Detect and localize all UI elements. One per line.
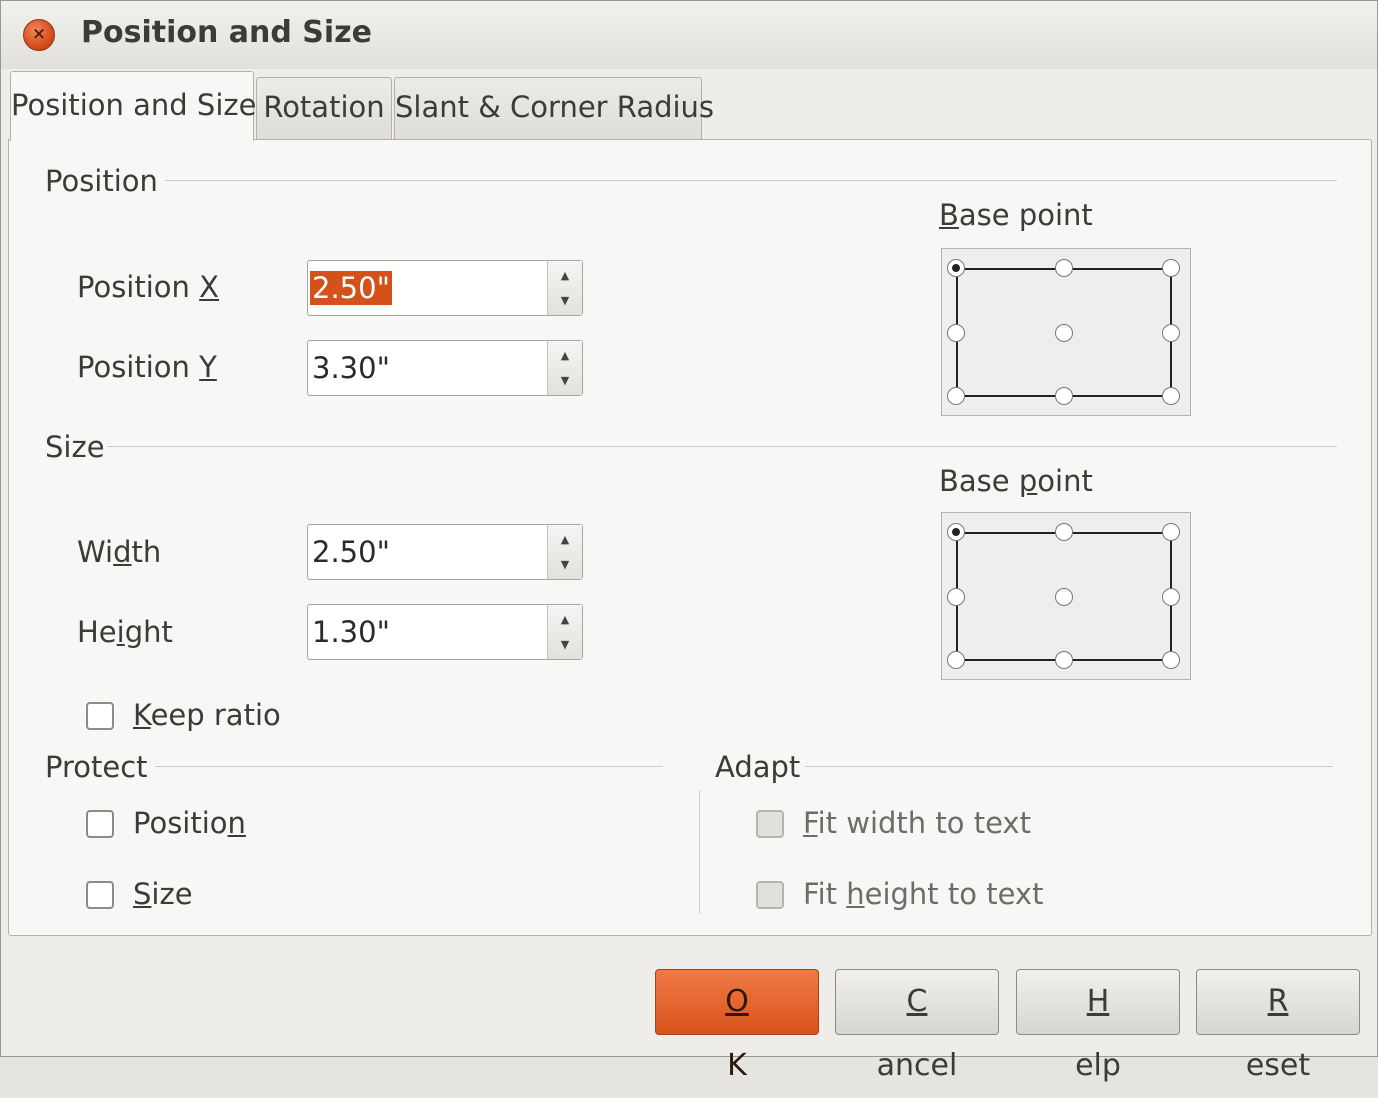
width-spinbox[interactable]: 2.50" ▲ ▼: [307, 524, 583, 580]
divider: [805, 766, 1333, 767]
base-point-center-radio[interactable]: [1055, 324, 1073, 342]
position-y-spinbox[interactable]: 3.30" ▲ ▼: [307, 340, 583, 396]
decrement-arrow-icon[interactable]: ▼: [548, 631, 582, 658]
increment-arrow-icon[interactable]: ▲: [548, 526, 582, 553]
divider: [699, 790, 700, 914]
base-point-bottom-left-radio[interactable]: [947, 651, 965, 669]
position-x-spinbox[interactable]: 2.50" ▲ ▼: [307, 260, 583, 316]
close-button[interactable]: ×: [23, 19, 55, 51]
keep-ratio-label[interactable]: Keep ratio: [133, 698, 281, 732]
base-point-top-left-radio[interactable]: [947, 259, 965, 277]
base-point-middle-left-radio[interactable]: [947, 588, 965, 606]
tab-label: Slant & Corner Radius: [395, 90, 715, 124]
base-point-bottom-left-radio[interactable]: [947, 387, 965, 405]
base-point-bottom-center-radio[interactable]: [1055, 387, 1073, 405]
title-bar: × Position and Size: [1, 1, 1377, 69]
protect-position-checkbox[interactable]: [86, 810, 114, 838]
increment-arrow-icon[interactable]: ▲: [548, 262, 582, 289]
base-point-top-right-radio[interactable]: [1162, 523, 1180, 541]
fit-height-checkbox: [756, 881, 784, 909]
tab-label: Rotation: [263, 90, 385, 124]
height-label: Height: [77, 615, 173, 649]
position-x-input[interactable]: 2.50": [310, 271, 392, 305]
ok-button[interactable]: OK: [655, 969, 819, 1083]
position-base-point-label: Base point: [939, 198, 1093, 232]
window-title: Position and Size: [81, 15, 372, 50]
decrement-arrow-icon[interactable]: ▼: [548, 287, 582, 314]
fit-height-label: Fit height to text: [803, 877, 1044, 911]
position-y-label: Position Y: [77, 350, 217, 384]
base-point-bottom-center-radio[interactable]: [1055, 651, 1073, 669]
increment-arrow-icon[interactable]: ▲: [548, 606, 582, 633]
base-point-top-center-radio[interactable]: [1055, 259, 1073, 277]
base-point-middle-left-radio[interactable]: [947, 324, 965, 342]
base-point-middle-right-radio[interactable]: [1162, 324, 1180, 342]
decrement-arrow-icon[interactable]: ▼: [548, 367, 582, 394]
height-input[interactable]: 1.30": [310, 615, 392, 649]
adapt-heading: Adapt: [715, 750, 801, 784]
width-input[interactable]: 2.50": [310, 535, 392, 569]
base-point-top-right-radio[interactable]: [1162, 259, 1180, 277]
protect-size-checkbox[interactable]: [86, 881, 114, 909]
size-base-point-selector[interactable]: [941, 512, 1191, 680]
height-spinbox[interactable]: 1.30" ▲ ▼: [307, 604, 583, 660]
position-y-input[interactable]: 3.30": [310, 351, 392, 385]
position-heading: Position: [45, 164, 158, 198]
base-point-bottom-right-radio[interactable]: [1162, 651, 1180, 669]
divider: [107, 446, 1337, 447]
tab-position-and-size[interactable]: Position and Size: [10, 71, 257, 141]
size-base-point-label: Base point: [939, 464, 1093, 498]
tab-label: Position and Size: [11, 88, 257, 122]
position-base-point-selector[interactable]: [941, 248, 1191, 416]
position-x-label: Position X: [77, 270, 220, 304]
close-icon: ×: [31, 24, 47, 44]
keep-ratio-checkbox[interactable]: [86, 702, 114, 730]
protect-size-label[interactable]: Size: [133, 877, 193, 911]
divider: [165, 180, 1337, 181]
decrement-arrow-icon[interactable]: ▼: [548, 551, 582, 578]
base-point-middle-right-radio[interactable]: [1162, 588, 1180, 606]
fit-width-label: Fit width to text: [803, 806, 1031, 840]
base-point-center-radio[interactable]: [1055, 588, 1073, 606]
protect-position-label[interactable]: Position: [133, 806, 246, 840]
base-point-top-left-radio[interactable]: [947, 523, 965, 541]
divider: [155, 766, 663, 767]
tab-slant-corner-radius[interactable]: Slant & Corner Radius: [394, 77, 715, 139]
tab-panel: Position Position X 2.50" ▲ ▼ Position Y …: [8, 139, 1372, 936]
reset-button[interactable]: Reset: [1196, 969, 1360, 1083]
dialog-window: × Position and Size Position and Size Ro…: [0, 0, 1378, 1083]
increment-arrow-icon[interactable]: ▲: [548, 342, 582, 369]
fit-width-checkbox: [756, 810, 784, 838]
size-heading: Size: [45, 430, 105, 464]
help-button[interactable]: Help: [1016, 969, 1180, 1083]
width-label: Width: [77, 535, 162, 569]
tab-rotation[interactable]: Rotation: [256, 77, 392, 139]
cancel-button[interactable]: Cancel: [835, 969, 999, 1083]
base-point-top-center-radio[interactable]: [1055, 523, 1073, 541]
protect-heading: Protect: [45, 750, 148, 784]
base-point-bottom-right-radio[interactable]: [1162, 387, 1180, 405]
